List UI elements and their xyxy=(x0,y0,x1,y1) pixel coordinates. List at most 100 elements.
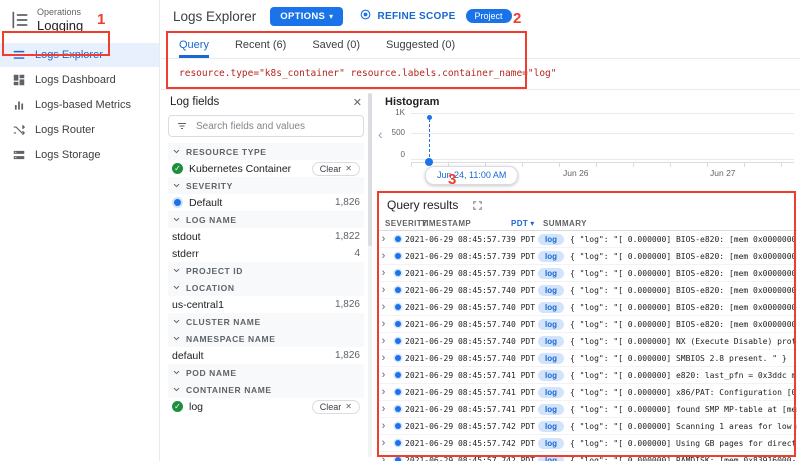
field-value-stderr[interactable]: stderr4 xyxy=(168,245,364,262)
refine-scope-button[interactable]: REFINE SCOPE xyxy=(359,8,455,24)
log-entry-row[interactable]: ›2021-06-29 08:45:57.739 PDTlog{ "log": … xyxy=(377,248,797,265)
expand-row-icon[interactable]: › xyxy=(377,386,390,398)
log-entry-row[interactable]: ›2021-06-29 08:45:57.741 PDTlog{ "log": … xyxy=(377,367,797,384)
expand-row-icon[interactable]: › xyxy=(377,335,390,347)
log-entry-row[interactable]: ›2021-06-29 08:45:57.740 PDTlog{ "log": … xyxy=(377,316,797,333)
options-button[interactable]: OPTIONS ▾ xyxy=(270,7,343,26)
summary-cell: { "log": "[ 0.000000] NX (Execute Disabl… xyxy=(570,337,797,346)
summary-cell: { "log": "[ 0.000000] Using GB pages for… xyxy=(570,439,797,448)
column-timestamp[interactable]: TIMESTAMP xyxy=(421,219,511,228)
time-range-chip[interactable]: Jun 24, 11:00 AM xyxy=(425,166,518,185)
log-field-chip[interactable]: log xyxy=(538,421,564,432)
log-field-chip[interactable]: log xyxy=(538,336,564,347)
field-value-default[interactable]: default1,826 xyxy=(168,347,364,364)
clear-filter-button[interactable]: Clear✕ xyxy=(312,400,360,414)
field-section-project-id[interactable]: PROJECT ID xyxy=(168,262,364,279)
sidebar-item-logs-storage[interactable]: Logs Storage xyxy=(0,143,159,167)
severity-dot-icon xyxy=(174,199,181,206)
field-section-severity[interactable]: SEVERITY xyxy=(168,177,364,194)
timezone-dropdown[interactable]: PDT ▾ xyxy=(511,219,543,228)
logs-router-icon xyxy=(12,123,26,137)
timestamp-cell: 2021-06-29 08:45:57.741 PDT xyxy=(405,388,538,397)
search-fields-input[interactable] xyxy=(194,120,356,133)
field-section-resource-type[interactable]: RESOURCE TYPE xyxy=(168,143,364,160)
log-entry-row[interactable]: ›2021-06-29 08:45:57.740 PDTlog{ "log": … xyxy=(377,299,797,316)
log-entry-row[interactable]: ›2021-06-29 08:45:57.741 PDTlog{ "log": … xyxy=(377,401,797,418)
brand-text: Operations Logging xyxy=(37,7,83,33)
expand-row-icon[interactable]: › xyxy=(377,284,390,296)
close-icon[interactable]: ✕ xyxy=(353,96,362,109)
field-value-default[interactable]: Default1,826 xyxy=(168,194,364,211)
sidebar-item-logs-explorer[interactable]: Logs Explorer xyxy=(0,43,159,67)
search-fields-box[interactable] xyxy=(168,115,364,137)
fullscreen-icon[interactable] xyxy=(472,200,483,211)
log-entry-row[interactable]: ›2021-06-29 08:45:57.739 PDTlog{ "log": … xyxy=(377,231,797,248)
log-entry-row[interactable]: ›2021-06-29 08:45:57.740 PDTlog{ "log": … xyxy=(377,350,797,367)
tab-saved-0[interactable]: Saved (0) xyxy=(312,32,360,58)
expand-row-icon[interactable]: › xyxy=(377,420,390,432)
expand-row-icon[interactable]: › xyxy=(377,403,390,415)
expand-row-icon[interactable]: › xyxy=(377,267,390,279)
column-summary[interactable]: SUMMARY xyxy=(543,219,587,228)
log-field-chip[interactable]: log xyxy=(538,353,564,364)
expand-row-icon[interactable]: › xyxy=(377,233,390,245)
log-entry-row[interactable]: ›2021-06-29 08:45:57.742 PDTlog{ "log": … xyxy=(377,435,797,452)
log-field-chip[interactable]: log xyxy=(538,285,564,296)
field-value-us-central1[interactable]: us-central11,826 xyxy=(168,296,364,313)
scrollbar-thumb[interactable] xyxy=(368,93,372,246)
log-field-chip[interactable]: log xyxy=(538,404,564,415)
log-entry-row[interactable]: ›2021-06-29 08:45:57.739 PDTlog{ "log": … xyxy=(377,265,797,282)
caret-down-icon: ▾ xyxy=(530,219,534,228)
sidebar-item-logs-router[interactable]: Logs Router xyxy=(0,118,159,142)
expand-row-icon[interactable]: › xyxy=(377,454,390,461)
log-field-chip[interactable]: log xyxy=(538,234,564,245)
log-entry-row[interactable]: ›2021-06-29 08:45:57.740 PDTlog{ "log": … xyxy=(377,282,797,299)
log-field-chip[interactable]: log xyxy=(538,455,564,461)
log-entry-row[interactable]: ›2021-06-29 08:45:57.741 PDTlog{ "log": … xyxy=(377,384,797,401)
field-count: 1,822 xyxy=(335,231,360,242)
log-field-chip[interactable]: log xyxy=(538,251,564,262)
project-scope-badge[interactable]: Project xyxy=(466,9,512,23)
expand-row-icon[interactable]: › xyxy=(377,250,390,262)
log-field-chip[interactable]: log xyxy=(538,438,564,449)
log-field-chip[interactable]: log xyxy=(538,370,564,381)
severity-cell xyxy=(390,423,405,429)
log-entry-row[interactable]: ›2021-06-29 08:45:57.742 PDTlog{ "log": … xyxy=(377,418,797,435)
tab-query[interactable]: Query xyxy=(179,32,209,58)
expand-row-icon[interactable]: › xyxy=(377,318,390,330)
field-section-namespace-name[interactable]: NAMESPACE NAME xyxy=(168,330,364,347)
clear-filter-button[interactable]: Clear✕ xyxy=(312,162,360,176)
tab-recent-6[interactable]: Recent (6) xyxy=(235,32,286,58)
chevron-left-icon[interactable]: ‹ xyxy=(378,126,383,142)
field-section-pod-name[interactable]: POD NAME xyxy=(168,364,364,381)
sidebar-item-label: Logs-based Metrics xyxy=(35,99,131,111)
expand-row-icon[interactable]: › xyxy=(377,352,390,364)
column-severity[interactable]: SEVERITY xyxy=(385,219,421,228)
tab-suggested-0[interactable]: Suggested (0) xyxy=(386,32,455,58)
sidebar-item-logs-dashboard[interactable]: Logs Dashboard xyxy=(0,68,159,92)
field-value-kubernetes-container[interactable]: ✓Kubernetes ContainerClear✕ xyxy=(168,160,364,177)
log-field-chip[interactable]: log xyxy=(538,302,564,313)
scrollbar[interactable] xyxy=(368,93,372,457)
log-entry-row[interactable]: ›2021-06-29 08:45:57.742 PDTlog{ "log": … xyxy=(377,452,797,461)
field-section-log-name[interactable]: LOG NAME xyxy=(168,211,364,228)
expand-row-icon[interactable]: › xyxy=(377,437,390,449)
log-entry-row[interactable]: ›2021-06-29 08:45:57.740 PDTlog{ "log": … xyxy=(377,333,797,350)
sidebar-item-logs-based-metrics[interactable]: Logs-based Metrics xyxy=(0,93,159,117)
options-label: OPTIONS xyxy=(280,11,325,22)
field-section-cluster-name[interactable]: CLUSTER NAME xyxy=(168,313,364,330)
query-editor[interactable]: resource.type="k8s_container" resource.l… xyxy=(161,59,800,90)
log-field-chip[interactable]: log xyxy=(538,387,564,398)
expand-row-icon[interactable]: › xyxy=(377,301,390,313)
time-marker-dot[interactable] xyxy=(425,158,433,166)
query-results-header: Query results xyxy=(377,194,797,216)
timestamp-cell: 2021-06-29 08:45:57.742 PDT xyxy=(405,422,538,431)
field-section-location[interactable]: LOCATION xyxy=(168,279,364,296)
field-value-stdout[interactable]: stdout1,822 xyxy=(168,228,364,245)
log-field-chip[interactable]: log xyxy=(538,319,564,330)
field-value-log[interactable]: ✓logClear✕ xyxy=(168,398,364,415)
field-section-container-name[interactable]: CONTAINER NAME xyxy=(168,381,364,398)
expand-row-icon[interactable]: › xyxy=(377,369,390,381)
severity-cell xyxy=(390,355,405,361)
log-field-chip[interactable]: log xyxy=(538,268,564,279)
